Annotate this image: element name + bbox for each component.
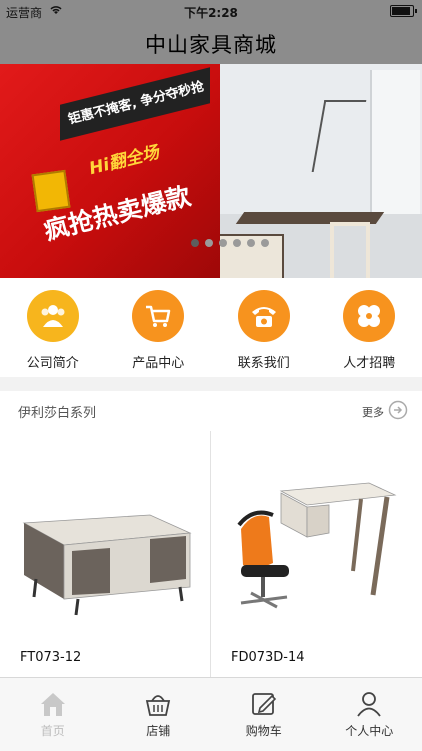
menu-label: 公司简介: [0, 352, 106, 371]
banner-pagination[interactable]: [191, 239, 269, 247]
menu-label: 联系我们: [211, 352, 317, 371]
product-image: [0, 471, 211, 631]
more-link[interactable]: 更多: [362, 400, 408, 423]
product-name: FT073-12: [20, 650, 81, 665]
banner-dot[interactable]: [261, 239, 269, 247]
quick-menu: 公司简介 产品中心 联系我们 人才招聘: [0, 278, 422, 377]
product-card[interactable]: FT073-12: [0, 431, 211, 677]
product-image: [211, 471, 422, 631]
product-card[interactable]: FD073D-14: [211, 431, 422, 677]
user-icon: [354, 690, 384, 718]
menu-label: 人才招聘: [317, 352, 422, 371]
series-title: 伊利莎白系列: [18, 402, 96, 421]
banner-dot[interactable]: [247, 239, 255, 247]
nav-bar: 中山家具商城: [0, 22, 422, 64]
tab-label: 购物车: [211, 722, 317, 739]
product-name: FD073D-14: [231, 650, 305, 665]
banner-dot[interactable]: [219, 239, 227, 247]
banner-dot[interactable]: [205, 239, 213, 247]
series-header: 伊利莎白系列 更多: [0, 391, 422, 432]
menu-item-company[interactable]: 公司简介: [0, 278, 106, 377]
banner-plant-graphic: [312, 100, 367, 172]
tab-label: 个人中心: [317, 722, 422, 739]
menu-item-contact[interactable]: 联系我们: [211, 278, 317, 377]
status-time: 下午2:28: [0, 4, 422, 21]
banner-dot[interactable]: [233, 239, 241, 247]
more-label: 更多: [362, 404, 384, 420]
banner-dot[interactable]: [191, 239, 199, 247]
people-icon: [27, 290, 79, 342]
tab-label: 店铺: [106, 722, 212, 739]
edit-icon: [249, 690, 279, 718]
banner-desk-leg-graphic: [330, 222, 370, 278]
page-title: 中山家具商城: [0, 29, 422, 59]
status-bar: 运营商 下午2:28: [0, 0, 422, 22]
basket-icon: [143, 690, 173, 718]
tab-cart[interactable]: 购物车: [211, 678, 317, 751]
tab-shop[interactable]: 店铺: [106, 678, 212, 751]
banner-window-graphic: [370, 70, 420, 230]
cart-icon: [132, 290, 184, 342]
phone-icon: [238, 290, 290, 342]
tab-home[interactable]: 首页: [0, 678, 106, 751]
menu-label: 产品中心: [106, 352, 212, 371]
gift-box-graphic: [32, 170, 71, 212]
arrow-right-icon: [388, 400, 408, 423]
tab-profile[interactable]: 个人中心: [317, 678, 422, 751]
product-grid: FT073-12 FD073D-14: [0, 431, 422, 677]
home-icon: [38, 690, 68, 718]
tab-label: 首页: [0, 722, 106, 739]
menu-item-jobs[interactable]: 人才招聘: [317, 278, 422, 377]
clover-icon: [343, 290, 395, 342]
menu-item-products[interactable]: 产品中心: [106, 278, 212, 377]
battery-icon: [390, 5, 414, 17]
tab-bar: 首页 店铺 购物车 个人中心: [0, 677, 422, 751]
